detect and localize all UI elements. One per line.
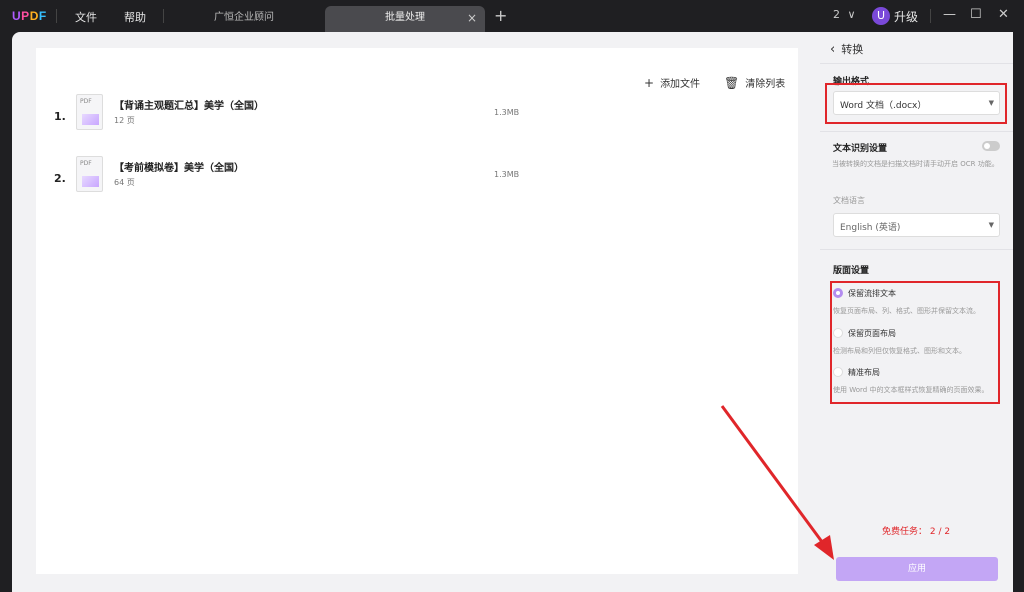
divider: [820, 249, 1013, 250]
divider: [56, 9, 57, 23]
file-size: 1.3MB: [494, 108, 520, 117]
highlight-box: [825, 83, 1007, 124]
divider: [820, 63, 1013, 64]
back-button[interactable]: ‹ 转换: [830, 41, 863, 57]
file-thumbnail-art: [82, 114, 99, 125]
doc-language-label: 文档语言: [833, 196, 865, 205]
convert-settings-panel: ‹ 转换 输出格式 Word 文档（.docx） ▼ 文本识别设置 当被转换的文档…: [820, 32, 1013, 592]
logo-letter-d: D: [29, 9, 39, 23]
counter-value: 2: [833, 8, 840, 21]
pdf-icon-label: PDF: [80, 98, 92, 105]
pdf-icon-label: PDF: [80, 160, 92, 167]
file-row[interactable]: 1. PDF 【背诵主观题汇总】美学（全国） 12 页 1.3MB: [36, 94, 798, 144]
pdf-file-icon: PDF: [76, 156, 103, 192]
file-thumbnail-art: [82, 176, 99, 187]
file-index: 2.: [54, 172, 66, 185]
tab-label: 广恒企业顾问: [214, 12, 274, 23]
menu-file[interactable]: 文件: [75, 9, 97, 25]
menu-help[interactable]: 帮助: [124, 9, 146, 25]
ocr-hint: 当被转换的文档是扫描文档时请手动开启 OCR 功能。: [832, 160, 999, 168]
avatar: U: [872, 7, 890, 25]
add-tab-icon[interactable]: +: [494, 6, 507, 25]
minimize-icon[interactable]: —: [943, 7, 956, 22]
add-file-button[interactable]: + 添加文件: [644, 75, 700, 90]
tab-label: 批量处理: [385, 12, 425, 23]
ocr-settings-title: 文本识别设置: [833, 144, 888, 154]
ocr-toggle[interactable]: [982, 141, 1000, 151]
file-pages: 12 页: [114, 116, 135, 125]
apply-button[interactable]: 应用: [836, 557, 998, 581]
chevron-left-icon: ‹: [830, 42, 836, 57]
plus-icon: +: [644, 76, 655, 90]
window-counter[interactable]: 2 ∨: [833, 8, 856, 21]
divider: [820, 131, 1013, 132]
tab-batch-process[interactable]: 批量处理 ×: [325, 6, 485, 32]
clear-list-button[interactable]: 🗑 清除列表: [724, 75, 785, 90]
divider: [163, 9, 164, 23]
file-pages: 64 页: [114, 178, 135, 187]
file-size: 1.3MB: [494, 170, 520, 179]
upgrade-button[interactable]: U 升级: [870, 5, 920, 27]
upgrade-label: 升级: [894, 10, 919, 24]
add-file-label: 添加文件: [660, 79, 701, 90]
divider: [930, 9, 931, 23]
maximize-icon[interactable]: ☐: [970, 7, 982, 22]
tab-document[interactable]: 广恒企业顾问: [168, 6, 320, 32]
doc-language-select[interactable]: English (英语) ▼: [833, 213, 1000, 237]
file-name: 【考前模拟卷】美学（全国）: [114, 163, 244, 174]
layout-settings-title: 版面设置: [833, 266, 870, 276]
file-list-panel: + 添加文件 🗑 清除列表 1. PDF 【背诵主观题汇总】美学（全国） 12 页 …: [36, 48, 798, 574]
trash-icon: 🗑: [724, 76, 740, 90]
file-index: 1.: [54, 110, 66, 123]
panel-title: 转换: [841, 43, 864, 56]
updf-logo: UPDF: [12, 9, 47, 23]
file-row[interactable]: 2. PDF 【考前模拟卷】美学（全国） 64 页 1.3MB: [36, 156, 798, 206]
main-area: + 添加文件 🗑 清除列表 1. PDF 【背诵主观题汇总】美学（全国） 12 页 …: [12, 32, 820, 592]
pdf-file-icon: PDF: [76, 94, 103, 130]
chevron-down-icon: ▼: [988, 221, 994, 229]
highlight-box: [830, 281, 1000, 404]
title-bar: UPDF 文件 帮助 广恒企业顾问 批量处理 × + 2 ∨ U 升级 — ☐ …: [0, 0, 1024, 32]
chevron-down-icon: ∨: [847, 8, 856, 21]
file-name: 【背诵主观题汇总】美学（全国）: [114, 101, 264, 112]
logo-letter-p: P: [21, 9, 30, 23]
clear-list-label: 清除列表: [745, 79, 786, 90]
logo-letter-f: F: [38, 9, 47, 23]
close-tab-icon[interactable]: ×: [467, 6, 477, 30]
logo-letter-u: U: [12, 9, 22, 23]
free-tasks-counter: 免费任务： 2 / 2: [882, 527, 951, 537]
close-window-icon[interactable]: ✕: [998, 7, 1009, 22]
doc-language-value: English (英语): [840, 223, 901, 233]
